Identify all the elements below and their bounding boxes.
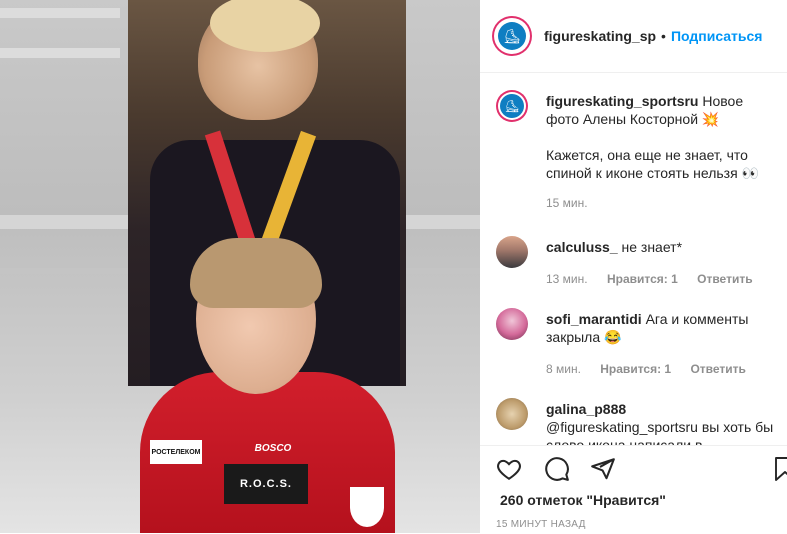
person-hair	[190, 238, 322, 308]
comment-body: calculuss_ не знает* 13 мин. Нравится: 1…	[546, 238, 778, 288]
comment-time[interactable]: 13 мин.	[546, 272, 588, 286]
post-timestamp[interactable]: 15 МИНУТ НАЗАД	[496, 519, 586, 530]
comment-meta: 13 мин. Нравится: 1 Ответить	[546, 270, 778, 288]
follow-button[interactable]: Подписаться	[671, 28, 763, 44]
comment-time[interactable]: 8 мин.	[546, 362, 581, 376]
ceiling-bar	[0, 8, 120, 18]
jacket-patch-rocs-text: R.O.C.S.	[239, 478, 292, 490]
avatar[interactable]	[496, 398, 528, 430]
avatar[interactable]: ⛸	[496, 20, 528, 52]
comment-likes[interactable]: Нравится: 1	[600, 362, 671, 376]
caption: ⛸ figureskating_sportsru Новое фото Ален…	[496, 90, 781, 220]
bookmark-icon[interactable]	[774, 456, 787, 482]
comment-username[interactable]: calculuss_	[546, 239, 618, 255]
list-item: calculuss_ не знает* 13 мин. Нравится: 1…	[496, 236, 781, 296]
heart-icon[interactable]	[496, 456, 522, 482]
reply-button[interactable]: Ответить	[690, 362, 745, 376]
skate-icon: ⛸	[500, 94, 524, 118]
action-icons	[496, 456, 787, 486]
list-item: galina_p888 @figureskating_sportsru вы х…	[496, 398, 781, 445]
header-username[interactable]: figureskating_sp	[544, 28, 656, 44]
comment-body: galina_p888 @figureskating_sportsru вы х…	[546, 400, 778, 445]
avatar[interactable]	[496, 236, 528, 268]
comment-meta: 15 мин.	[546, 194, 778, 212]
jacket-patch-rocs: R.O.C.S.	[224, 464, 308, 504]
header-separator: •	[661, 28, 666, 44]
comment-username[interactable]: sofi_marantidi	[546, 311, 642, 327]
comment-text: @figureskating_sportsru вы хоть бы слово…	[546, 419, 774, 445]
comment-body: sofi_marantidi Ага и комменты закрыла 😂 …	[546, 310, 778, 378]
comment-text: не знает*	[621, 239, 683, 255]
skate-icon: ⛸	[498, 22, 526, 50]
jacket-patch-brand-text: BOSCO	[254, 442, 292, 454]
avatar[interactable]: ⛸	[496, 90, 528, 122]
avatar[interactable]	[496, 308, 528, 340]
list-item: sofi_marantidi Ага и комменты закрыла 😂 …	[496, 308, 781, 388]
jacket-patch-sponsor: РОСТЕЛЕКОМ	[150, 440, 202, 464]
comment-meta: 8 мин. Нравится: 1 Ответить	[546, 360, 778, 378]
share-icon[interactable]	[590, 456, 616, 482]
caption-body: figureskating_sportsru Новое фото Алены …	[546, 92, 778, 212]
comment-likes[interactable]: Нравится: 1	[607, 272, 678, 286]
jacket-patch-sponsor-text: РОСТЕЛЕКОМ	[151, 448, 201, 456]
comment-time[interactable]: 15 мин.	[546, 196, 588, 210]
reply-button[interactable]: Ответить	[697, 272, 752, 286]
comment-username[interactable]: figureskating_sportsru	[546, 93, 698, 109]
comments-list[interactable]: ⛸ figureskating_sportsru Новое фото Ален…	[480, 73, 787, 445]
comment-icon[interactable]	[544, 456, 570, 482]
jacket-patch-brand: BOSCO	[246, 440, 300, 456]
comment-text: Кажется, она еще не знает, что спиной к …	[546, 147, 759, 181]
post-sidebar: ⛸ figureskating_sp • Подписаться ⛸ figur…	[480, 0, 787, 533]
ceiling-bar	[0, 48, 120, 58]
likes-count[interactable]: 260 отметок "Нравится"	[500, 492, 666, 508]
comment-username[interactable]: galina_p888	[546, 401, 626, 417]
instagram-post-modal: РОСТЕЛЕКОМ BOSCO R.O.C.S. ⛸ figureskatin…	[0, 0, 787, 533]
post-photo[interactable]: РОСТЕЛЕКОМ BOSCO R.O.C.S.	[0, 0, 480, 533]
post-header: ⛸ figureskating_sp • Подписаться	[480, 0, 787, 73]
coat-of-arms-icon	[350, 487, 384, 527]
